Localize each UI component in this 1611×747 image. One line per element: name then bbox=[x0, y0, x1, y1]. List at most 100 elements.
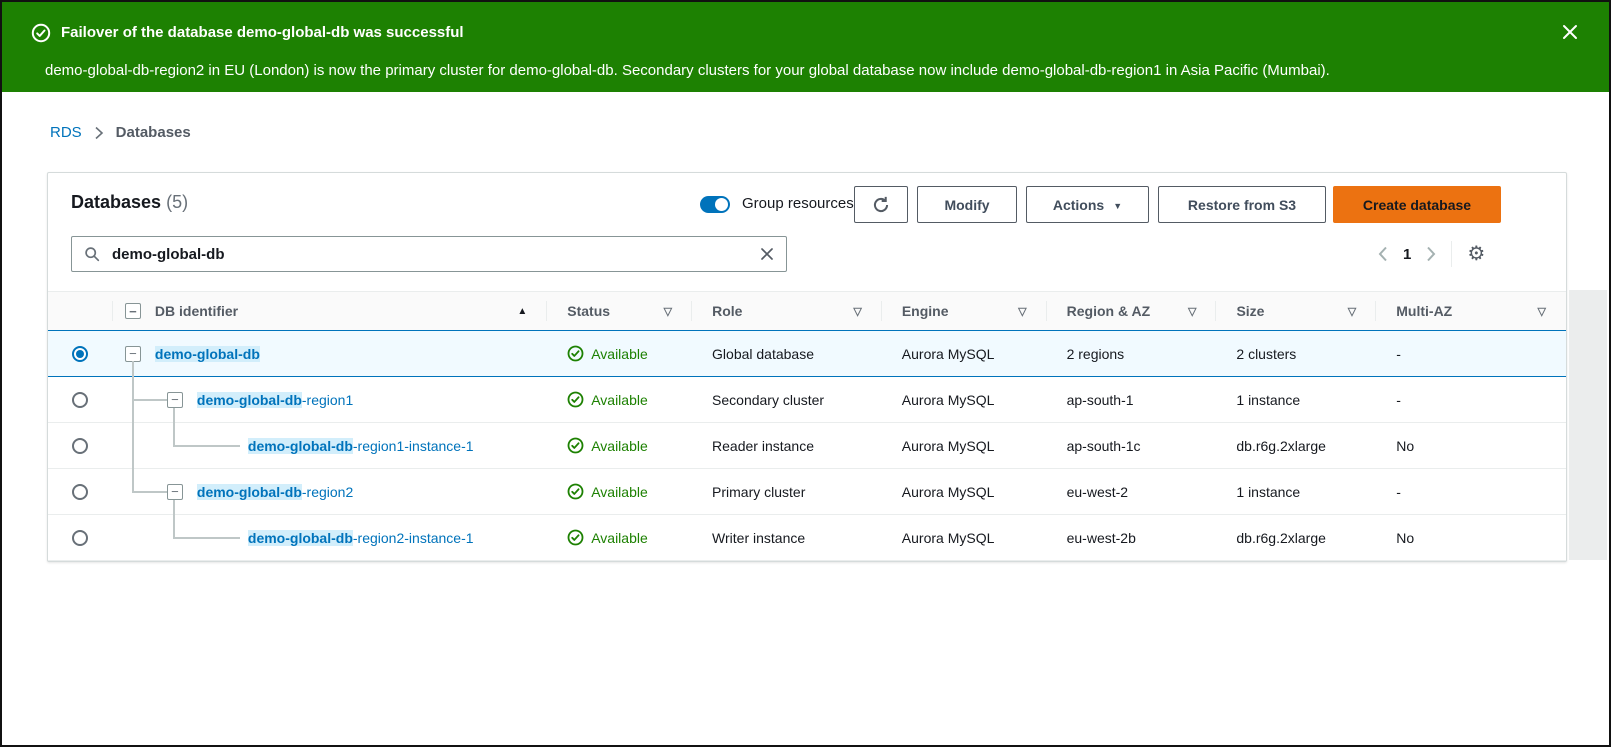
flashbar-close-icon[interactable] bbox=[1561, 23, 1579, 41]
page-number[interactable]: 1 bbox=[1403, 246, 1411, 263]
sort-icon: ▽ bbox=[1188, 305, 1196, 318]
engine-cell: Aurora MySQL bbox=[882, 423, 1047, 468]
column-header-status[interactable]: Status ▽ bbox=[547, 292, 692, 330]
search-icon bbox=[84, 246, 100, 262]
column-header-engine[interactable]: Engine ▽ bbox=[882, 292, 1047, 330]
multi-az-cell: - bbox=[1376, 331, 1566, 376]
multi-az-cell: No bbox=[1376, 423, 1566, 468]
row-radio-selected[interactable] bbox=[72, 346, 88, 362]
check-circle-icon bbox=[567, 437, 584, 454]
table-body: − demo-global-db Available Global databa… bbox=[48, 331, 1566, 561]
refresh-button[interactable] bbox=[854, 186, 908, 223]
column-header-role[interactable]: Role ▽ bbox=[692, 292, 882, 330]
role-cell: Primary cluster bbox=[692, 469, 882, 514]
db-identifier-link[interactable]: demo-global-db bbox=[155, 346, 260, 362]
header-label: Multi-AZ bbox=[1396, 303, 1452, 319]
filter-match-text: demo-global-db bbox=[197, 484, 302, 500]
table-row[interactable]: demo-global-db-region2-instance-1 Availa… bbox=[48, 515, 1566, 561]
db-identifier-link[interactable]: demo-global-db-region1-instance-1 bbox=[248, 438, 474, 454]
region-cell: 2 regions bbox=[1047, 331, 1217, 376]
header-label: Size bbox=[1236, 303, 1264, 319]
filter-match-text: demo-global-db bbox=[155, 346, 260, 362]
sort-icon: ▽ bbox=[664, 305, 672, 318]
header-label: Region & AZ bbox=[1067, 303, 1150, 319]
sort-icon: ▽ bbox=[1348, 305, 1356, 318]
column-header-size[interactable]: Size ▽ bbox=[1216, 292, 1376, 330]
row-radio[interactable] bbox=[72, 438, 88, 454]
role-cell: Reader instance bbox=[692, 423, 882, 468]
panel-count: (5) bbox=[166, 192, 188, 212]
row-radio[interactable] bbox=[72, 392, 88, 408]
filter-match-text: demo-global-db bbox=[248, 530, 353, 546]
collapse-toggle-icon[interactable]: − bbox=[167, 392, 183, 408]
table-row[interactable]: − demo-global-db-region1 Available Secon… bbox=[48, 377, 1566, 423]
sort-icon: ▽ bbox=[1538, 305, 1546, 318]
engine-cell: Aurora MySQL bbox=[882, 331, 1047, 376]
size-cell: db.r6g.2xlarge bbox=[1216, 423, 1376, 468]
group-resources-toggle[interactable] bbox=[700, 196, 730, 213]
restore-from-s3-button[interactable]: Restore from S3 bbox=[1158, 186, 1326, 223]
db-identifier-link[interactable]: demo-global-db-region2-instance-1 bbox=[248, 530, 474, 546]
table-row[interactable]: − demo-global-db-region2 Available Prima… bbox=[48, 469, 1566, 515]
status-text: Available bbox=[591, 438, 648, 454]
sort-icon: ▽ bbox=[853, 305, 861, 318]
column-header-region-az[interactable]: Region & AZ ▽ bbox=[1047, 292, 1217, 330]
filter-match-text: demo-global-db bbox=[248, 438, 353, 454]
panel-title-text: Databases bbox=[71, 192, 161, 212]
caret-down-icon: ▼ bbox=[1113, 201, 1122, 211]
flashbar-title: Failover of the database demo-global-db … bbox=[61, 24, 464, 41]
next-page-icon[interactable] bbox=[1426, 246, 1436, 262]
role-cell: Global database bbox=[692, 331, 882, 376]
db-identifier-link[interactable]: demo-global-db-region2 bbox=[197, 484, 353, 500]
create-database-button[interactable]: Create database bbox=[1333, 186, 1501, 223]
region-cell: ap-south-1c bbox=[1047, 423, 1217, 468]
check-circle-icon bbox=[567, 391, 584, 408]
actions-button[interactable]: Actions ▼ bbox=[1026, 186, 1149, 223]
filter-search-input[interactable] bbox=[110, 245, 760, 264]
size-cell: 1 instance bbox=[1216, 377, 1376, 422]
pagination-divider bbox=[1451, 241, 1452, 267]
row-radio[interactable] bbox=[72, 530, 88, 546]
preferences-gear-icon[interactable]: ⚙ bbox=[1467, 244, 1485, 264]
panel-title: Databases (5) bbox=[71, 192, 188, 213]
header-label: Status bbox=[567, 303, 610, 319]
check-circle-icon bbox=[567, 483, 584, 500]
sort-icon: ▽ bbox=[1018, 305, 1026, 318]
breadcrumb: RDS Databases bbox=[50, 124, 191, 141]
status-badge: Available bbox=[567, 529, 648, 546]
modify-button[interactable]: Modify bbox=[917, 186, 1017, 223]
clear-filter-icon[interactable] bbox=[760, 247, 774, 261]
check-circle-icon bbox=[567, 529, 584, 546]
sort-ascending-icon: ▲ bbox=[517, 306, 527, 317]
row-radio[interactable] bbox=[72, 484, 88, 500]
engine-cell: Aurora MySQL bbox=[882, 377, 1047, 422]
table-row[interactable]: demo-global-db-region1-instance-1 Availa… bbox=[48, 423, 1566, 469]
previous-page-icon[interactable] bbox=[1378, 246, 1388, 262]
header-label: Engine bbox=[902, 303, 949, 319]
table-row[interactable]: − demo-global-db Available Global databa… bbox=[48, 331, 1566, 377]
check-circle-icon bbox=[567, 345, 584, 362]
status-badge: Available bbox=[567, 437, 648, 454]
db-identifier-link[interactable]: demo-global-db-region1 bbox=[197, 392, 353, 408]
databases-panel: Databases (5) Group resources Modify Act… bbox=[47, 172, 1567, 562]
status-text: Available bbox=[591, 484, 648, 500]
column-header-db-identifier[interactable]: − DB identifier ▲ bbox=[113, 292, 547, 330]
column-header-multi-az[interactable]: Multi-AZ ▽ bbox=[1376, 292, 1566, 330]
region-cell: eu-west-2b bbox=[1047, 515, 1217, 560]
multi-az-cell: - bbox=[1376, 377, 1566, 422]
pagination: 1 ⚙ bbox=[1378, 236, 1485, 272]
collapse-all-icon[interactable]: − bbox=[125, 303, 141, 319]
filter-match-text: demo-global-db bbox=[197, 392, 302, 408]
breadcrumb-current: Databases bbox=[116, 124, 191, 141]
success-check-circle-icon bbox=[31, 23, 51, 43]
collapse-toggle-icon[interactable]: − bbox=[125, 346, 141, 362]
rds-console-screen: Failover of the database demo-global-db … bbox=[0, 0, 1611, 747]
id-rest-text: -region1-instance-1 bbox=[353, 438, 474, 454]
vertical-scrollbar[interactable] bbox=[1569, 290, 1607, 560]
region-cell: ap-south-1 bbox=[1047, 377, 1217, 422]
breadcrumb-rds-link[interactable]: RDS bbox=[50, 124, 82, 141]
id-rest-text: -region1 bbox=[302, 392, 353, 408]
filter-search-box bbox=[71, 236, 787, 272]
status-text: Available bbox=[591, 530, 648, 546]
collapse-toggle-icon[interactable]: − bbox=[167, 484, 183, 500]
